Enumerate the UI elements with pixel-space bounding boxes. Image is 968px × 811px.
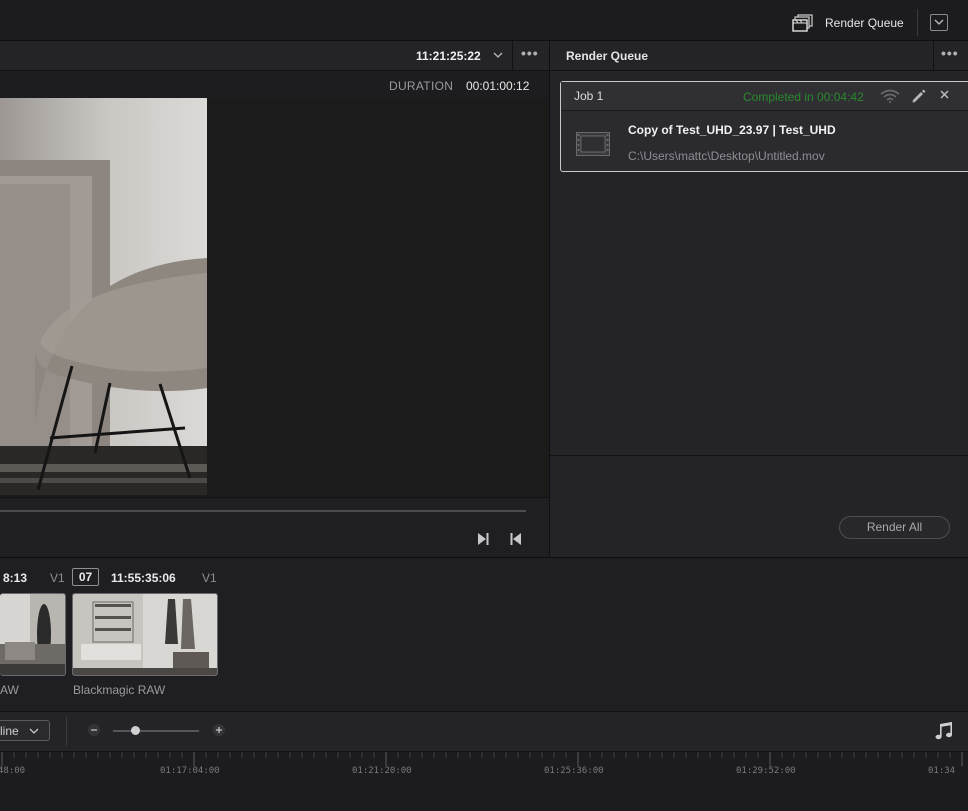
chevron-down-icon — [934, 19, 944, 25]
job-output-path: C:\Users\mattc\Desktop\Untitled.mov — [628, 149, 825, 163]
top-toolbar — [0, 0, 968, 41]
header-divider — [512, 41, 513, 71]
transport-bar — [0, 497, 549, 557]
job-name: Job 1 — [574, 89, 604, 103]
clip-track: V1 — [202, 571, 217, 585]
zoom-in-icon[interactable] — [212, 723, 226, 737]
ruler-label: 01:17:04:00 — [160, 766, 220, 776]
duration-label: DURATION — [389, 79, 454, 93]
pencil-icon[interactable] — [911, 89, 926, 104]
viewer-frame-image — [0, 98, 207, 495]
job-status: Completed in 00:04:42 — [743, 90, 864, 104]
job-title: Copy of Test_UHD_23.97 | Test_UHD — [628, 123, 836, 137]
zoom-slider-track[interactable] — [113, 730, 199, 732]
viewer-options-icon[interactable]: ••• — [521, 45, 539, 61]
clip-timecode: 11:55:35:06 — [111, 571, 176, 585]
ruler-label: 01:29:52:00 — [736, 766, 796, 776]
ruler-label: 01:34 — [928, 766, 956, 776]
clip-thumbnail[interactable] — [0, 593, 66, 676]
header-divider — [933, 41, 934, 71]
ruler-label: 01:21:20:00 — [352, 766, 412, 776]
clip-number: 07 — [72, 568, 99, 586]
render-queue-toggle-label[interactable]: Render Queue — [825, 16, 904, 30]
play-forward-icon[interactable] — [476, 532, 490, 546]
clip-name: AW — [0, 683, 19, 697]
step-back-icon[interactable] — [509, 532, 523, 546]
music-note-icon[interactable] — [934, 721, 954, 741]
close-icon[interactable] — [939, 89, 950, 100]
render-queue-options-icon[interactable]: ••• — [941, 45, 959, 61]
toolbar-divider — [66, 716, 67, 746]
scrubber-track[interactable] — [0, 510, 526, 512]
render-queue-icon[interactable] — [792, 14, 814, 32]
render-queue-title: Render Queue — [566, 49, 649, 63]
clip-timecode: 8:13 — [3, 571, 28, 585]
clip-track: V1 — [50, 571, 65, 585]
remote-render-icon[interactable] — [880, 89, 900, 103]
zoom-out-icon[interactable] — [87, 723, 101, 737]
timeline-view-select-value[interactable]: line — [0, 724, 19, 738]
film-strip-icon — [576, 132, 610, 156]
panel-expand-button[interactable] — [930, 14, 948, 31]
zoom-slider-handle[interactable] — [131, 726, 140, 735]
viewer-timecode[interactable]: 11:21:25:22 — [416, 49, 481, 63]
panel-divider — [550, 455, 968, 456]
render-all-button[interactable]: Render All — [839, 516, 950, 539]
ruler-label: 48:00 — [0, 766, 26, 776]
ruler-label: 01:25:36:00 — [544, 766, 604, 776]
clip-name: Blackmagic RAW — [73, 683, 166, 697]
clip-thumbnail[interactable] — [72, 593, 218, 676]
toolbar-divider — [917, 9, 918, 36]
chevron-down-icon[interactable] — [28, 725, 40, 737]
ruler-ticks — [1, 752, 963, 766]
chevron-down-icon[interactable] — [492, 49, 504, 61]
duration-value: 00:01:00:12 — [466, 79, 530, 93]
